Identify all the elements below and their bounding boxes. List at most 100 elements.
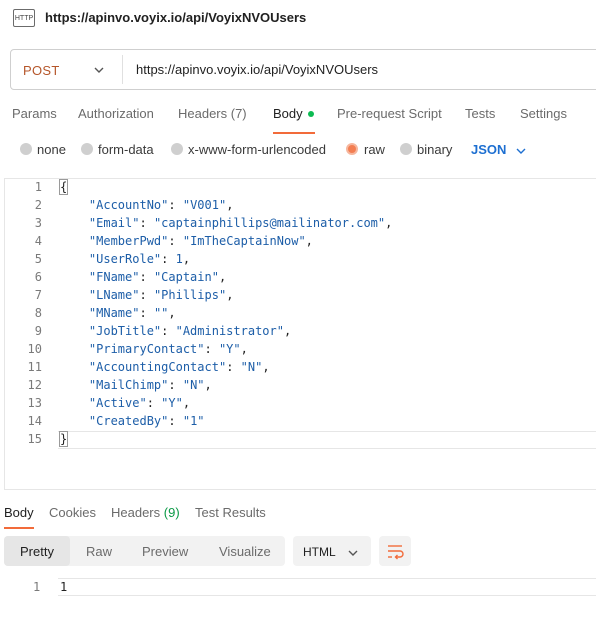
json-key: "FName": [88, 270, 140, 284]
json-value: "V001": [182, 198, 227, 212]
json-value: "Y": [218, 342, 241, 356]
code-line[interactable]: "AccountNo": "V001",: [60, 198, 234, 212]
response-tab-headers[interactable]: Headers (9): [111, 505, 180, 520]
code-line[interactable]: "UserRole": 1,: [60, 252, 190, 266]
line-number: 5: [34, 252, 42, 266]
code-line[interactable]: "FName": "Captain",: [60, 270, 226, 284]
json-key: "JobTitle": [88, 324, 162, 338]
wrap-lines-icon: [388, 545, 404, 560]
tab-body-label: Body: [273, 106, 303, 121]
tab-pre-request-script[interactable]: Pre-request Script: [337, 106, 442, 121]
json-key: "Active": [88, 396, 147, 410]
current-line-highlight: [58, 431, 596, 449]
tab-active-indicator: [273, 132, 315, 134]
json-key: "CreatedBy": [88, 414, 169, 428]
json-value: 1: [175, 252, 183, 266]
line-number: 7: [34, 288, 42, 302]
radio-label-none[interactable]: none: [37, 142, 66, 157]
code-line[interactable]: "Active": "Y",: [60, 396, 190, 410]
chevron-down-icon[interactable]: [515, 144, 527, 162]
http-icon: HTTP: [13, 9, 35, 27]
brace: }: [58, 431, 69, 447]
line-number: 3: [34, 216, 42, 230]
modified-dot-icon: [307, 110, 314, 117]
json-key: "LName": [88, 288, 140, 302]
view-preview[interactable]: Preview: [142, 544, 188, 559]
radio-label-form-data[interactable]: form-data: [98, 142, 154, 157]
line-number: 12: [27, 378, 42, 392]
json-value: "1": [182, 414, 205, 428]
json-value: "N": [240, 360, 263, 374]
response-tab-test-results[interactable]: Test Results: [195, 505, 266, 520]
tab-settings[interactable]: Settings: [520, 106, 567, 121]
json-value: "N": [182, 378, 205, 392]
json-value: "Phillips": [153, 288, 227, 302]
json-key: "Email": [88, 216, 140, 230]
response-format-label: HTML: [303, 545, 336, 559]
tab-authorization[interactable]: Authorization: [78, 106, 154, 121]
json-value: "": [153, 306, 169, 320]
tab-headers[interactable]: Headers (7): [178, 106, 247, 121]
chevron-down-icon[interactable]: [93, 63, 105, 81]
json-key: "AccountNo": [88, 198, 169, 212]
radio-x-www-form-urlencoded[interactable]: [171, 143, 183, 155]
line-number: 11: [27, 360, 42, 374]
code-line[interactable]: {: [58, 179, 69, 195]
code-line[interactable]: "CreatedBy": "1": [60, 414, 205, 428]
response-line-highlight: [58, 578, 596, 596]
brace: {: [58, 179, 69, 195]
tab-tests[interactable]: Tests: [465, 106, 495, 121]
radio-raw[interactable]: [346, 143, 358, 155]
json-key: "MName": [88, 306, 140, 320]
chevron-down-icon[interactable]: [347, 546, 359, 564]
response-tab-body[interactable]: Body: [4, 505, 34, 520]
line-number: 6: [34, 270, 42, 284]
json-key: "AccountingContact": [88, 360, 227, 374]
code-line[interactable]: }: [58, 431, 69, 447]
json-value: "ImTheCaptainNow": [182, 234, 306, 248]
response-tab-indicator: [4, 527, 34, 529]
line-number: 1: [34, 180, 42, 194]
radio-label-binary[interactable]: binary: [417, 142, 452, 157]
response-tab-cookies[interactable]: Cookies: [49, 505, 96, 520]
radio-none[interactable]: [20, 143, 32, 155]
view-visualize[interactable]: Visualize: [219, 544, 271, 559]
radio-binary[interactable]: [400, 143, 412, 155]
radio-form-data[interactable]: [81, 143, 93, 155]
response-line-number: 1: [33, 580, 41, 594]
url-input[interactable]: https://apinvo.voyix.io/api/VoyixNVOUser…: [136, 62, 378, 77]
headers-count: (9): [163, 505, 180, 520]
line-number: 14: [27, 414, 42, 428]
method-select[interactable]: POST: [23, 63, 60, 78]
code-line[interactable]: "MemberPwd": "ImTheCaptainNow",: [60, 234, 313, 248]
json-key: "MailChimp": [88, 378, 169, 392]
line-number: 15: [27, 432, 42, 446]
line-number: 10: [27, 342, 42, 356]
code-line[interactable]: "AccountingContact": "N",: [60, 360, 270, 374]
response-body-content[interactable]: 1: [60, 580, 67, 594]
code-line[interactable]: "PrimaryContact": "Y",: [60, 342, 248, 356]
json-value: "Administrator": [175, 324, 284, 338]
code-line[interactable]: "Email": "captainphillips@mailinator.com…: [60, 216, 392, 230]
code-line[interactable]: "MailChimp": "N",: [60, 378, 212, 392]
line-number: 2: [34, 198, 42, 212]
code-line[interactable]: "LName": "Phillips",: [60, 288, 234, 302]
code-line[interactable]: "MName": "",: [60, 306, 176, 320]
tab-body[interactable]: Body: [273, 106, 314, 121]
code-line[interactable]: "JobTitle": "Administrator",: [60, 324, 291, 338]
line-number: 9: [34, 324, 42, 338]
json-value: "Y": [161, 396, 183, 410]
response-tab-headers-label: Headers: [111, 505, 161, 520]
request-title[interactable]: https://apinvo.voyix.io/api/VoyixNVOUser…: [45, 10, 306, 25]
view-raw[interactable]: Raw: [86, 544, 112, 559]
line-number: 4: [34, 234, 42, 248]
line-number: 8: [34, 306, 42, 320]
body-format-select[interactable]: JSON: [471, 142, 506, 157]
wrap-lines-button[interactable]: [379, 536, 411, 566]
tab-params[interactable]: Params: [12, 106, 57, 121]
radio-label-x-www-form-urlencoded[interactable]: x-www-form-urlencoded: [188, 142, 326, 157]
json-value: "Captain": [153, 270, 219, 284]
view-pretty[interactable]: Pretty: [20, 544, 54, 559]
json-value: "captainphillips@mailinator.com": [153, 216, 386, 230]
radio-label-raw[interactable]: raw: [364, 142, 385, 157]
